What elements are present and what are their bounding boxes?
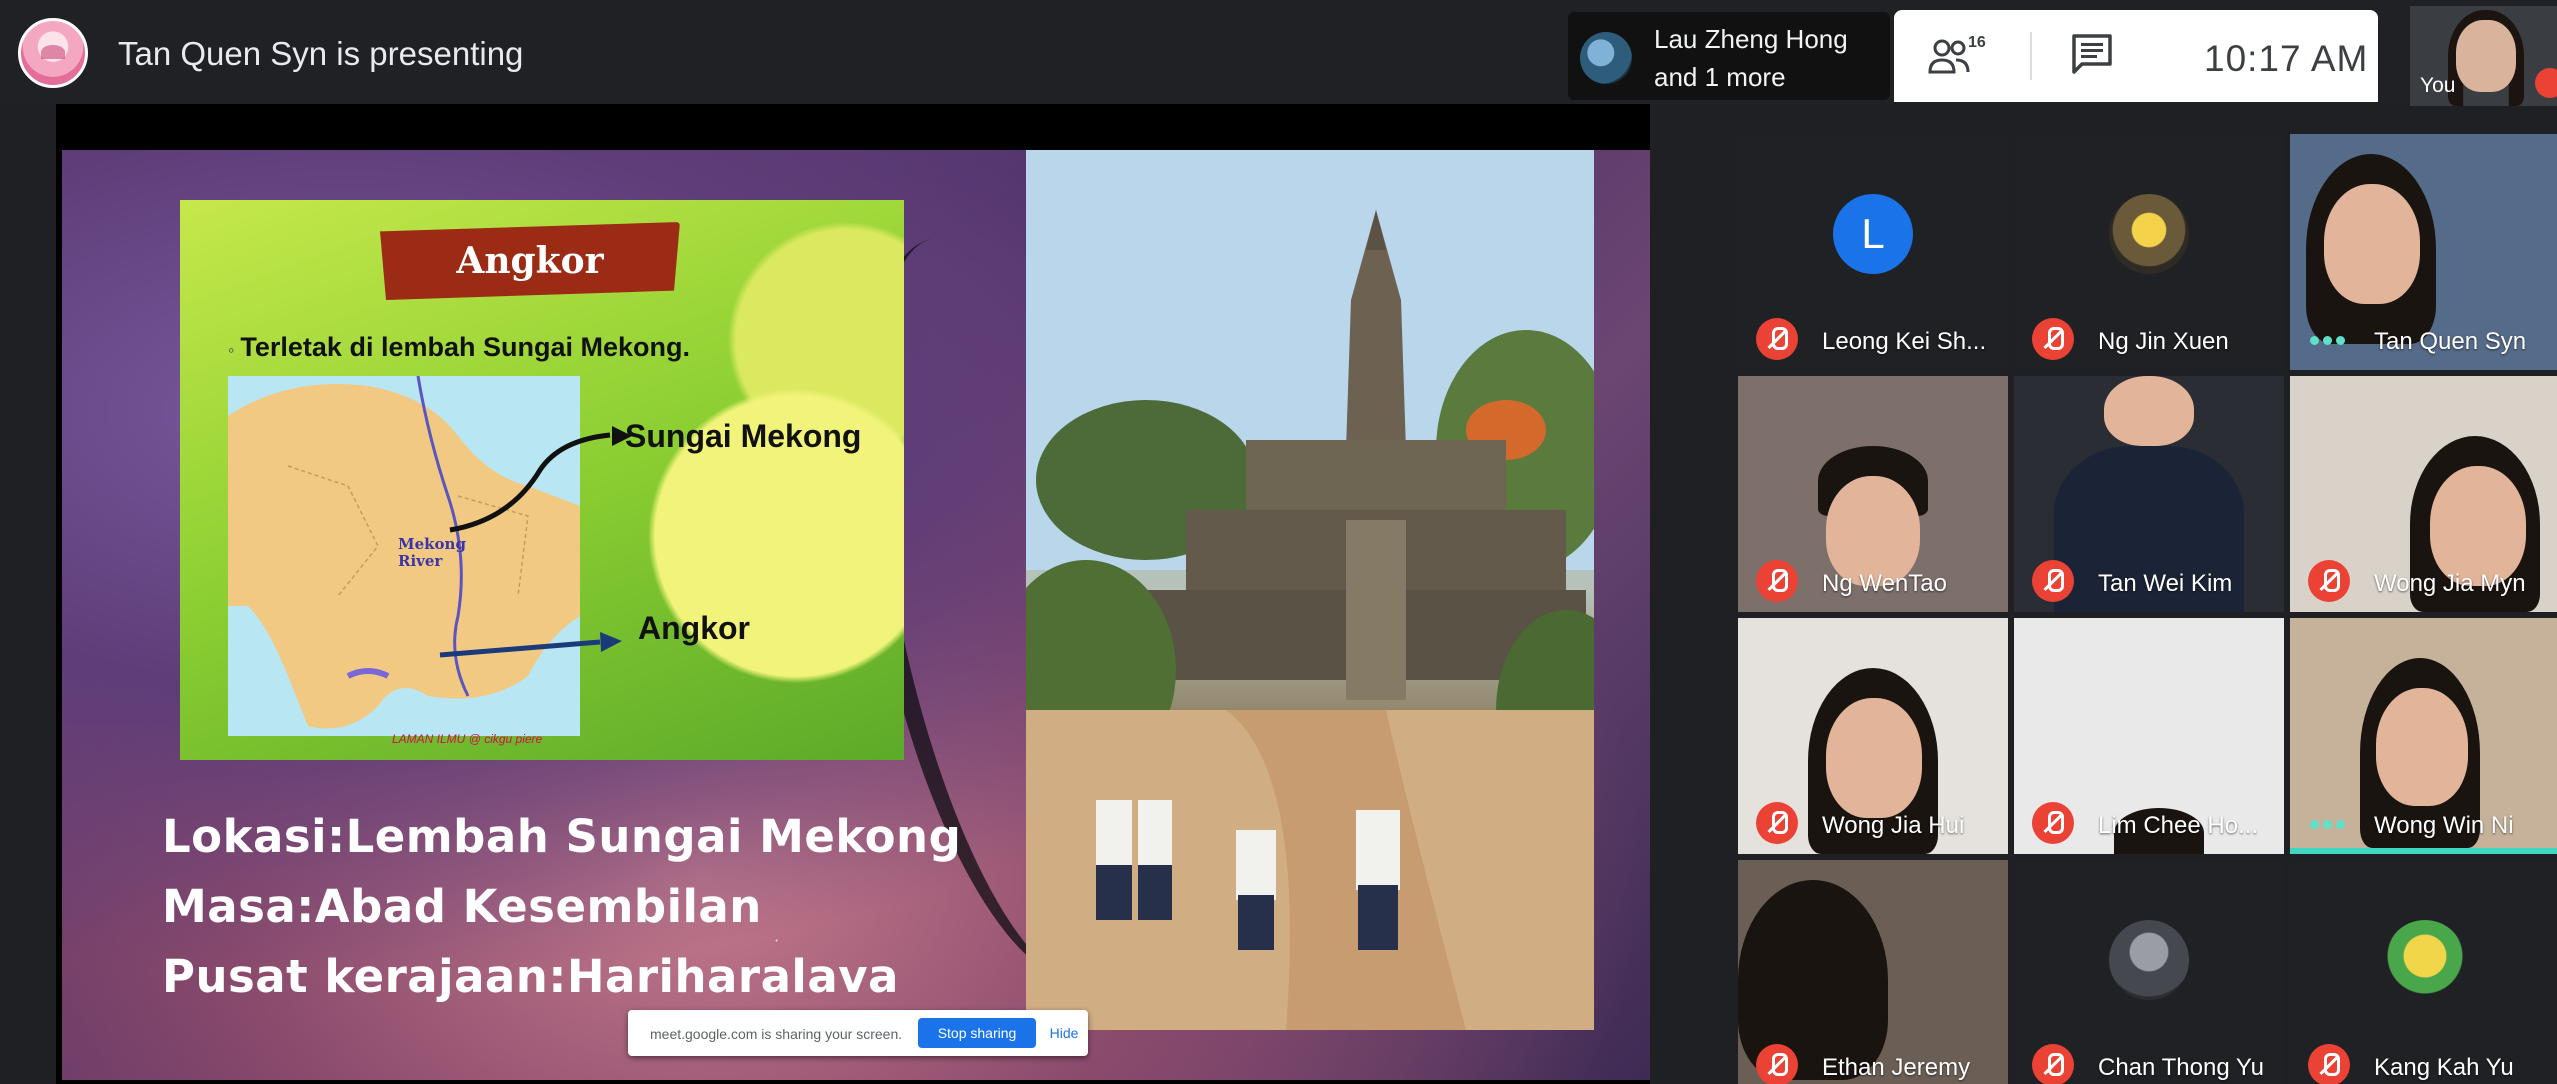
divider (2030, 32, 2032, 80)
chat-button[interactable] (2070, 32, 2122, 80)
map-subtitle-text: Terletak di lembah Sungai Mekong. (240, 332, 690, 362)
participant-tile[interactable]: Ng Jin Xuen (2014, 134, 2284, 370)
participant-avatar (2385, 920, 2465, 1000)
mic-off-icon (1756, 560, 1798, 602)
participant-tile[interactable]: Wong Win Ni (2290, 618, 2557, 854)
label-angkor: Angkor (638, 610, 750, 646)
participant-face (2324, 184, 2420, 304)
mekong-map: Mekong River (228, 376, 580, 736)
chat-icon (2072, 34, 2112, 74)
participant-name: Wong Jia Hui (1822, 812, 1965, 839)
mic-off-icon (2535, 68, 2557, 98)
participant-tile[interactable]: Tan Quen Syn (2290, 134, 2557, 370)
participant-tile[interactable]: Ng WenTao (1738, 376, 2008, 612)
mic-off-icon (1756, 1044, 1798, 1084)
mic-off-icon (2032, 802, 2074, 844)
chip-more: and 1 more (1654, 62, 1786, 92)
angkor-banner: Angkor (380, 222, 680, 300)
participants-chip[interactable]: Lau Zheng Hong and 1 more (1568, 12, 1890, 100)
participant-name: Kang Kah Yu (2374, 1054, 2514, 1081)
chip-name: Lau Zheng Hong (1654, 24, 1848, 54)
top-bar: Tan Quen Syn is presenting Lau Zheng Hon… (0, 0, 2557, 106)
participant-grid: L Leong Kei Sh... Ng Jin Xuen Tan Quen S… (1738, 134, 2557, 1084)
temple-illustration (1026, 150, 1594, 1030)
clock: 10:17 AM (2204, 38, 2369, 79)
participant-tile[interactable]: Tan Wei Kim (2014, 376, 2284, 612)
share-bar-text: meet.google.com is sharing your screen. (650, 1026, 903, 1042)
presenting-status: Tan Quen Syn is presenting (118, 35, 524, 72)
participant-tile[interactable]: Wong Jia Myn (2290, 376, 2557, 612)
participant-avatar: L (1833, 194, 1913, 274)
mic-off-icon (1756, 802, 1798, 844)
self-view-tile[interactable]: You (2410, 6, 2557, 106)
participant-tile[interactable]: L Leong Kei Sh... (1738, 134, 2008, 370)
participant-face (2376, 688, 2468, 806)
mic-off-icon (2032, 318, 2074, 360)
river-label-line1: Mekong (398, 535, 466, 553)
mic-off-icon (2032, 560, 2074, 602)
chip-avatar (1580, 32, 1632, 84)
mic-off-icon (2032, 1044, 2074, 1084)
people-count: 16 (1968, 34, 1986, 51)
mic-off-icon (2308, 560, 2350, 602)
slide-line-pusat: Pusat kerajaan:Hariharalava (162, 950, 899, 1003)
participant-face (2430, 466, 2526, 586)
map-river-label: Mekong River (398, 535, 466, 571)
speaking-indicator (2310, 816, 2350, 829)
map-caption: LAMAN ILMU @ cikgu piere (392, 732, 543, 746)
participant-name: Chan Thong Yu (2098, 1054, 2264, 1081)
participant-name: Ng WenTao (1822, 570, 1947, 597)
participant-name: Wong Jia Myn (2374, 570, 2526, 597)
participant-tile[interactable]: Kang Kah Yu (2290, 860, 2557, 1084)
temple-photo (1026, 150, 1594, 1030)
participant-name: Ethan Jeremy (1822, 1054, 1971, 1081)
participant-name: Tan Quen Syn (2374, 328, 2527, 355)
meet-window: Tan Quen Syn is presenting Lau Zheng Hon… (0, 0, 2557, 1084)
hide-button[interactable]: Hide (1046, 1018, 1082, 1048)
participant-face (1826, 698, 1922, 818)
river-label-line2: River (398, 552, 443, 571)
mic-off-icon (2308, 1044, 2350, 1084)
map-card: Angkor ◦ Terletak di lembah Sungai Mekong… (180, 200, 904, 760)
presenter-avatar (18, 18, 88, 88)
screen-share-bar: meet.google.com is sharing your screen. … (628, 1010, 1088, 1056)
participant-tile[interactable]: Ethan Jeremy (1738, 860, 2008, 1084)
meeting-controls: 16 10:17 AM (1894, 10, 2378, 102)
participant-name: Wong Win Ni (2374, 812, 2514, 839)
stop-sharing-button[interactable]: Stop sharing (918, 1018, 1036, 1048)
mic-off-icon (1756, 318, 1798, 360)
map-subtitle: ◦ Terletak di lembah Sungai Mekong. (228, 332, 690, 363)
self-label: You (2420, 74, 2456, 97)
participant-tile[interactable]: Lim Chee Ho... (2014, 618, 2284, 854)
participant-avatar (2109, 920, 2189, 1000)
participant-tile[interactable]: Wong Jia Hui (1738, 618, 2008, 854)
participant-name: Tan Wei Kim (2098, 570, 2233, 597)
participant-name: Ng Jin Xuen (2098, 328, 2229, 355)
angkor-banner-text: Angkor (456, 240, 604, 282)
self-face (2456, 20, 2516, 92)
people-icon (1928, 39, 1970, 74)
label-sungai-mekong: Sungai Mekong (625, 418, 862, 454)
shared-slide: Angkor ◦ Terletak di lembah Sungai Mekong… (62, 150, 1650, 1080)
people-button[interactable]: 16 (1928, 32, 1986, 80)
slide-line-masa: Masa:Abad Kesembilan (162, 880, 762, 933)
bullet-icon: ◦ (228, 340, 235, 360)
participant-tile[interactable]: Chan Thong Yu (2014, 860, 2284, 1084)
speaking-indicator (2310, 332, 2350, 345)
participant-face (2104, 376, 2194, 446)
slide-line-lokasi: Lokasi:Lembah Sungai Mekong (162, 810, 962, 863)
participant-avatar (2109, 194, 2189, 274)
participant-name: Leong Kei Sh... (1822, 328, 1987, 355)
participant-name: Lim Chee Ho... (2098, 812, 2259, 839)
